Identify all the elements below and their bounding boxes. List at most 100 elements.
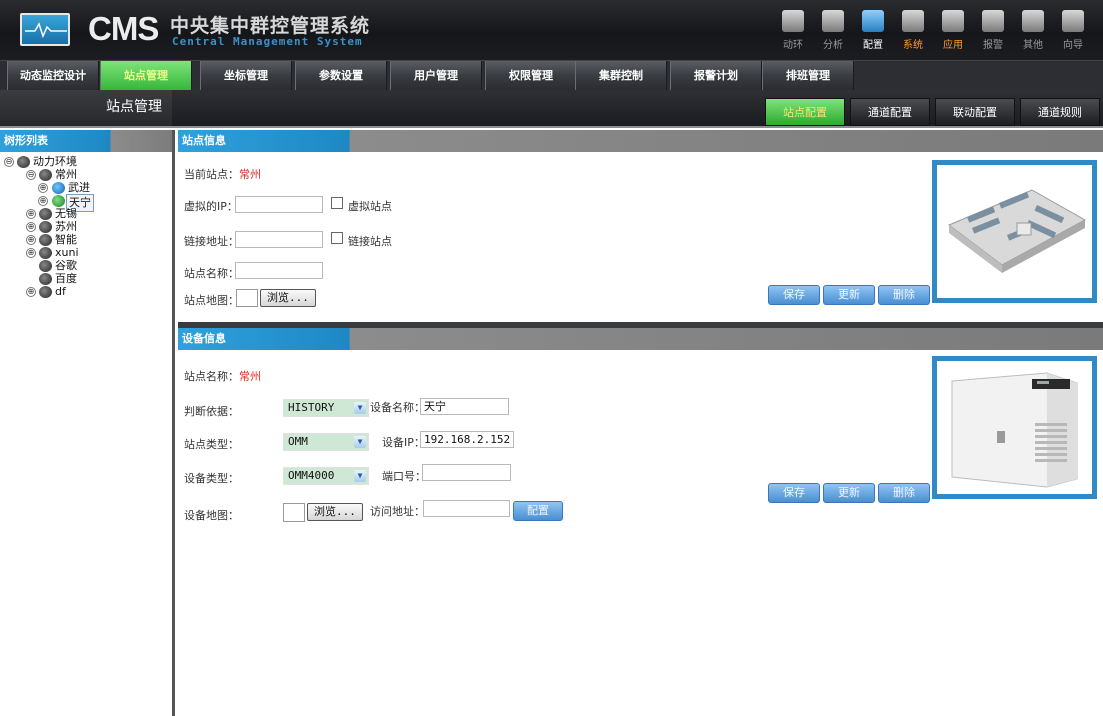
device-map-label: 设备地图：	[184, 509, 239, 522]
site-group-icon	[39, 260, 52, 272]
quick-toolbar: 动环 分析 配置 系统 应用 报警 其他 向导	[773, 4, 1093, 58]
site-type-label: 站点类型：	[184, 438, 239, 451]
device-ip-input[interactable]: 192.168.2.152	[420, 431, 514, 448]
quick-item-qita[interactable]: 其他	[1013, 4, 1053, 58]
sub-bar: 站点管理 站点配置 通道配置 联动配置 通道规则	[0, 90, 1103, 128]
floor-plan-image	[948, 189, 1087, 273]
quick-item-xitong[interactable]: 系统	[893, 4, 933, 58]
quick-item-xiangdao[interactable]: 向导	[1053, 4, 1093, 58]
tab-site-config[interactable]: 站点配置	[765, 98, 845, 126]
device-map-browse-button[interactable]: 浏览...	[307, 503, 363, 521]
quick-item-baojing[interactable]: 报警	[973, 4, 1013, 58]
tree-panel: 树形列表 ⊖ 动力环境 ⊖ 常州 ⊕ 武进 ⊕ 天宁 ⊕ 无锡 ⊕ 苏州 ⊕ 智…	[0, 130, 175, 716]
tree-node-suzhou[interactable]: ⊕ 苏州	[0, 221, 172, 234]
tab-linkage-config[interactable]: 联动配置	[935, 98, 1015, 126]
quick-item-fenxi[interactable]: 分析	[813, 4, 853, 58]
wizard-icon	[1062, 10, 1084, 32]
site-map-label: 站点地图：	[184, 294, 239, 307]
link-address-input[interactable]	[235, 231, 323, 248]
device-info-header: 设备信息	[178, 328, 1103, 350]
tree-node-baidu[interactable]: 百度	[0, 273, 172, 286]
chevron-down-icon: ▼	[354, 436, 366, 448]
tree-node-dongli[interactable]: ⊖ 动力环境	[0, 156, 172, 169]
chevron-down-icon: ▼	[354, 402, 366, 414]
tree-node-tianning[interactable]: ⊕ 天宁	[0, 194, 172, 212]
station-info-panel: 站点信息 当前站点：常州 虚拟的IP： 虚拟站点 链接地址： 链接站点 站点名称…	[178, 130, 1103, 322]
page-title: 站点管理	[0, 90, 172, 126]
menu-site-management[interactable]: 站点管理	[100, 61, 192, 90]
tree-node-guge[interactable]: 谷歌	[0, 260, 172, 273]
menu-shift-management[interactable]: 排班管理	[762, 61, 854, 90]
site-group-icon	[39, 208, 52, 220]
expand-icon[interactable]: ⊕	[26, 287, 36, 297]
basis-label: 判断依据：	[184, 405, 239, 418]
site-map-thumbnail	[932, 160, 1097, 303]
station-info-header: 站点信息	[178, 130, 1103, 152]
quick-item-donghuan[interactable]: 动环	[773, 4, 813, 58]
tab-channel-rules[interactable]: 通道规则	[1020, 98, 1100, 126]
virtual-ip-label: 虚拟的IP：	[184, 200, 238, 213]
menu-cluster-control[interactable]: 集群控制	[575, 61, 667, 90]
config-button[interactable]: 配置	[513, 501, 563, 521]
tab-channel-config[interactable]: 通道配置	[850, 98, 930, 126]
port-label: 端口号：	[382, 470, 426, 483]
site-map-browse-button[interactable]: 浏览...	[260, 289, 316, 307]
device-name-input[interactable]: 天宁	[420, 398, 509, 415]
access-url-input[interactable]	[423, 500, 510, 517]
site-group-icon	[17, 156, 30, 168]
device-save-button[interactable]: 保存	[768, 483, 820, 503]
site-name-input[interactable]	[235, 262, 323, 279]
config-icon	[862, 10, 884, 32]
brand-logo: CMS	[88, 10, 159, 47]
site-map-file-field[interactable]	[236, 289, 258, 307]
server-icon	[782, 10, 804, 32]
collapse-icon[interactable]: ⊖	[4, 157, 14, 167]
tree-node-df[interactable]: ⊕ df	[0, 286, 172, 299]
menu-user-management[interactable]: 用户管理	[390, 61, 482, 90]
port-input[interactable]	[422, 464, 511, 481]
virtual-site-checkbox[interactable]	[331, 197, 343, 209]
device-site-row: 站点名称：常州	[184, 370, 261, 383]
quick-item-yingyong[interactable]: 应用	[933, 4, 973, 58]
tree-node-zhineng[interactable]: ⊕ 智能	[0, 234, 172, 247]
menu-permission-management[interactable]: 权限管理	[485, 61, 577, 90]
expand-icon[interactable]: ⊕	[26, 209, 36, 219]
expand-icon[interactable]: ⊕	[26, 222, 36, 232]
basis-select[interactable]: HISTORY ▼	[283, 399, 369, 417]
site-name-label: 站点名称：	[184, 267, 239, 280]
site-icon	[52, 195, 65, 207]
system-subtitle: Central Management System	[172, 35, 363, 48]
device-type-label: 设备类型：	[184, 472, 239, 485]
device-update-button[interactable]: 更新	[823, 483, 875, 503]
menu-coordinate-management[interactable]: 坐标管理	[200, 61, 292, 90]
device-map-file-field[interactable]	[283, 503, 305, 522]
site-group-icon	[39, 234, 52, 246]
menu-dynamic-monitor-design[interactable]: 动态监控设计	[7, 61, 99, 90]
device-map-file: 浏览...	[283, 503, 363, 522]
station-delete-button[interactable]: 删除	[878, 285, 930, 305]
link-site-checkbox[interactable]	[331, 232, 343, 244]
expand-icon[interactable]: ⊕	[26, 235, 36, 245]
device-type-select[interactable]: OMM4000 ▼	[283, 467, 369, 485]
tree-node-xuni[interactable]: ⊕ xuni	[0, 247, 172, 260]
station-save-button[interactable]: 保存	[768, 285, 820, 305]
quick-item-peizhi[interactable]: 配置	[853, 4, 893, 58]
expand-icon[interactable]: ⊕	[26, 248, 36, 258]
collapse-icon[interactable]: ⊖	[26, 170, 36, 180]
system-icon	[902, 10, 924, 32]
tree-node-wuxi[interactable]: ⊕ 无锡	[0, 208, 172, 221]
station-update-button[interactable]: 更新	[823, 285, 875, 305]
apps-icon	[942, 10, 964, 32]
virtual-ip-input[interactable]	[235, 196, 323, 213]
expand-icon[interactable]: ⊕	[38, 196, 48, 206]
expand-icon[interactable]: ⊕	[38, 183, 48, 193]
device-name-label: 设备名称：	[370, 401, 425, 414]
system-title: 中央集中群控管理系统	[170, 15, 371, 37]
menu-parameter-settings[interactable]: 参数设置	[295, 61, 387, 90]
site-group-icon	[39, 286, 52, 298]
site-type-select[interactable]: OMM ▼	[283, 433, 369, 451]
menu-alarm-plan[interactable]: 报警计划	[670, 61, 762, 90]
current-site-row: 当前站点：常州	[184, 168, 261, 181]
device-delete-button[interactable]: 删除	[878, 483, 930, 503]
site-group-icon	[39, 273, 52, 285]
